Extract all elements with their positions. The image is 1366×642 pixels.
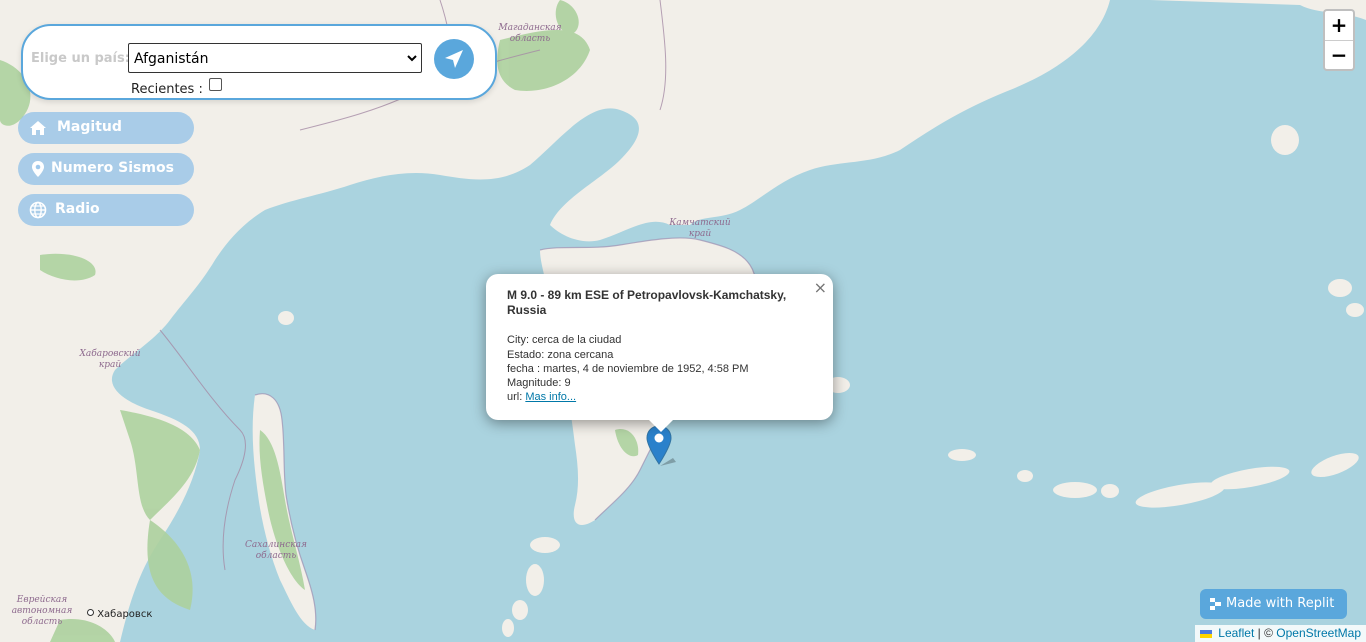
go-button[interactable]: [434, 39, 474, 79]
map-label-magadan: Магаданская область: [498, 23, 562, 44]
zoom-out-button[interactable]: −: [1325, 41, 1353, 70]
menu-label-radio: Radio: [55, 201, 100, 217]
map-label-sakhalin: Сахалинская область: [245, 540, 307, 561]
menu-button-numero-sismos[interactable]: Numero Sismos: [18, 153, 194, 185]
navigation-arrow-icon: [445, 50, 463, 68]
popup-tip: [648, 419, 674, 432]
popup-estado: Estado: zona cercana: [507, 349, 614, 361]
home-icon: [30, 121, 46, 135]
attribution-separator: | ©: [1257, 626, 1273, 640]
menu-label-numero-sismos: Numero Sismos: [51, 160, 174, 176]
chevron-down-icon: [407, 55, 417, 62]
openstreetmap-link[interactable]: OpenStreetMap: [1276, 626, 1361, 640]
popup-url-row: url: Mas info...: [507, 391, 577, 403]
made-with-replit-badge[interactable]: Made with Replit: [1200, 589, 1347, 619]
map-label-city: Хабаровск: [87, 609, 152, 620]
city-dot-icon: [87, 609, 94, 616]
replit-logo-icon: [1210, 598, 1221, 610]
popup-fecha: fecha : martes, 4 de noviembre de 1952, …: [507, 363, 749, 375]
leaflet-link[interactable]: Leaflet: [1218, 626, 1254, 640]
map-pin-icon: [32, 161, 44, 177]
country-label: Elige un país:: [31, 51, 130, 66]
menu-button-radio[interactable]: Radio: [18, 194, 194, 226]
country-select-value: Afganistán: [134, 51, 209, 67]
replit-label: Made with Replit: [1226, 596, 1335, 611]
popup-city: City: cerca de la ciudad: [507, 334, 622, 346]
map-label-khabarovsk-krai: Хабаровский край: [79, 349, 141, 370]
globe-icon: [29, 201, 47, 219]
popup-more-info-link[interactable]: Mas info...: [525, 391, 576, 403]
map-label-jewish-ao: Еврейская автономная область: [11, 595, 73, 627]
popup-magnitude: Magnitude: 9: [507, 377, 571, 389]
country-select[interactable]: Afganistán: [128, 43, 422, 73]
popup-close-button[interactable]: ×: [814, 278, 827, 297]
zoom-control: + −: [1323, 9, 1355, 71]
ukraine-flag-icon: [1199, 630, 1212, 638]
recent-toggle: Recientes :: [131, 78, 222, 97]
map-attribution: Leaflet | © OpenStreetMap: [1194, 625, 1366, 642]
recent-label: Recientes :: [131, 82, 203, 97]
zoom-in-button[interactable]: +: [1325, 11, 1353, 41]
country-selector-panel: Elige un país: Afganistán Recientes :: [21, 24, 497, 100]
recent-checkbox[interactable]: [208, 78, 222, 91]
map-label-kamchatka: Камчатский край: [669, 218, 731, 239]
menu-button-magnitud[interactable]: Magitud: [18, 112, 194, 144]
earthquake-popup: × M 9.0 - 89 km ESE of Petropavlovsk-Kam…: [486, 274, 833, 420]
popup-title: M 9.0 - 89 km ESE of Petropavlovsk-Kamch…: [507, 288, 787, 317]
menu-label-magnitud: Magitud: [57, 119, 122, 135]
